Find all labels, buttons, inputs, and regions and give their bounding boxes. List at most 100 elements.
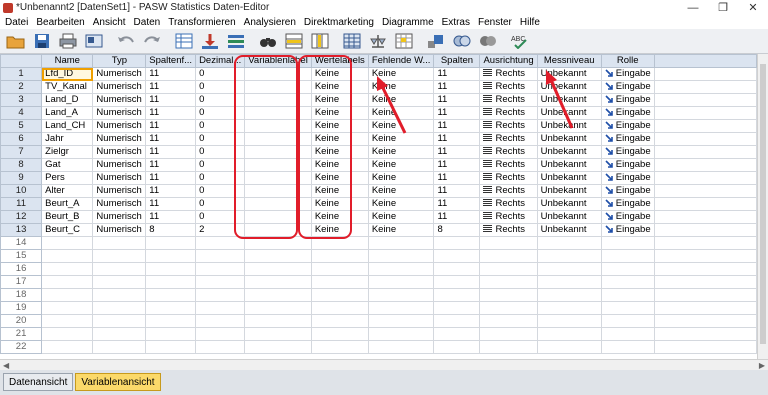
cell-spalten[interactable]: 11 <box>433 93 481 107</box>
empty-cell[interactable] <box>244 301 312 315</box>
row-number[interactable]: 22 <box>0 340 43 354</box>
cell-spaltenformat[interactable]: 11 <box>145 171 197 185</box>
empty-cell[interactable] <box>195 262 246 276</box>
header-ausrichtung[interactable]: Ausrichtung <box>479 54 538 68</box>
empty-cell[interactable] <box>311 314 369 328</box>
empty-cell[interactable] <box>368 262 435 276</box>
empty-cell[interactable] <box>41 301 94 315</box>
row-number[interactable]: 8 <box>0 158 43 172</box>
cell-rolle[interactable]: Eingabe <box>601 158 655 172</box>
cell-rolle[interactable]: Eingabe <box>601 171 655 185</box>
use-sets-icon[interactable] <box>451 31 473 51</box>
empty-cell[interactable] <box>244 236 312 250</box>
empty-cell[interactable] <box>368 327 435 341</box>
cell-fehlende-werte[interactable]: Keine <box>368 210 435 224</box>
empty-cell[interactable] <box>195 327 246 341</box>
header-spaltenformat[interactable]: Spaltenf... <box>145 54 197 68</box>
cell-fehlende-werte[interactable]: Keine <box>368 132 435 146</box>
cell-typ[interactable]: Numerisch <box>92 106 147 120</box>
horizontal-scrollbar[interactable]: ◀ ▶ <box>0 359 768 370</box>
weight-cases-icon[interactable] <box>367 31 389 51</box>
empty-cell[interactable] <box>311 236 369 250</box>
empty-cell[interactable] <box>41 262 94 276</box>
cell-spalten[interactable]: 11 <box>433 106 481 120</box>
show-all-icon[interactable] <box>477 31 499 51</box>
cell-ausrichtung[interactable]: Rechts <box>479 132 538 146</box>
cell-typ[interactable]: Numerisch <box>92 158 147 172</box>
empty-cell[interactable] <box>479 236 538 250</box>
empty-cell[interactable] <box>41 314 94 328</box>
empty-cell[interactable] <box>433 314 481 328</box>
cell-spaltenformat[interactable]: 11 <box>145 93 197 107</box>
empty-cell[interactable] <box>41 249 94 263</box>
cell-variablenlabel[interactable] <box>244 106 312 120</box>
empty-cell[interactable] <box>368 340 435 354</box>
empty-cell[interactable] <box>433 275 481 289</box>
empty-cell[interactable] <box>41 236 94 250</box>
empty-cell[interactable] <box>145 236 197 250</box>
cell-variablenlabel[interactable] <box>244 184 312 198</box>
empty-cell[interactable] <box>368 288 435 302</box>
empty-cell[interactable] <box>537 314 602 328</box>
empty-cell[interactable] <box>41 275 94 289</box>
empty-cell[interactable] <box>92 236 147 250</box>
cell-fehlende-werte[interactable]: Keine <box>368 197 435 211</box>
empty-cell[interactable] <box>195 236 246 250</box>
cell-ausrichtung[interactable]: Rechts <box>479 197 538 211</box>
empty-cell[interactable] <box>92 327 147 341</box>
empty-cell[interactable] <box>41 327 94 341</box>
cell-fehlende-werte[interactable]: Keine <box>368 119 435 133</box>
header-wertelabels[interactable]: Wertelabels <box>310 54 369 68</box>
cell-messniveau[interactable]: Unbekannt <box>537 106 602 120</box>
empty-cell[interactable] <box>368 249 435 263</box>
minimize-button[interactable]: — <box>678 0 708 15</box>
empty-cell[interactable] <box>479 288 538 302</box>
empty-cell[interactable] <box>145 301 197 315</box>
menu-bearbeiten[interactable]: Bearbeiten <box>33 17 89 28</box>
row-number[interactable]: 11 <box>0 197 43 211</box>
empty-cell[interactable] <box>479 340 538 354</box>
row-number[interactable]: 9 <box>0 171 43 185</box>
cell-messniveau[interactable]: Unbekannt <box>537 184 602 198</box>
cell-fehlende-werte[interactable]: Keine <box>368 158 435 172</box>
spell-check-icon[interactable]: ABC <box>509 31 531 51</box>
value-labels-icon[interactable] <box>425 31 447 51</box>
cell-spalten[interactable]: 11 <box>433 132 481 146</box>
cell-ausrichtung[interactable]: Rechts <box>479 119 538 133</box>
cell-name[interactable]: Beurt_C <box>41 223 94 237</box>
empty-cell[interactable] <box>537 340 602 354</box>
empty-cell[interactable] <box>479 327 538 341</box>
cell-rolle[interactable]: Eingabe <box>601 132 655 146</box>
cell-name[interactable]: Lfd_ID <box>41 67 94 81</box>
header-name[interactable]: Name <box>41 54 94 68</box>
empty-cell[interactable] <box>368 314 435 328</box>
empty-cell[interactable] <box>537 236 602 250</box>
cell-wertelabels[interactable]: Keine <box>311 184 369 198</box>
select-cases-icon[interactable] <box>393 31 415 51</box>
empty-cell[interactable] <box>433 340 481 354</box>
goto-case-icon[interactable] <box>173 31 195 51</box>
cell-wertelabels[interactable]: Keine <box>311 67 369 81</box>
corner-cell[interactable] <box>0 54 43 68</box>
cell-messniveau[interactable]: Unbekannt <box>537 67 602 81</box>
cell-dezimalstellen[interactable]: 0 <box>195 80 246 94</box>
cell-fehlende-werte[interactable]: Keine <box>368 106 435 120</box>
cell-typ[interactable]: Numerisch <box>92 67 147 81</box>
menu-ansicht[interactable]: Ansicht <box>90 17 131 28</box>
cell-fehlende-werte[interactable]: Keine <box>368 80 435 94</box>
close-button[interactable]: ✕ <box>738 0 768 15</box>
row-number[interactable]: 7 <box>0 145 43 159</box>
cell-rolle[interactable]: Eingabe <box>601 145 655 159</box>
empty-cell[interactable] <box>145 249 197 263</box>
empty-cell[interactable] <box>433 288 481 302</box>
empty-cell[interactable] <box>311 340 369 354</box>
cell-variablenlabel[interactable] <box>244 67 312 81</box>
goto-variable-icon[interactable] <box>199 31 221 51</box>
cell-spalten[interactable]: 11 <box>433 210 481 224</box>
cell-dezimalstellen[interactable]: 0 <box>195 197 246 211</box>
menu-diagramme[interactable]: Diagramme <box>379 17 439 28</box>
menu-direktmarketing[interactable]: Direktmarketing <box>301 17 379 28</box>
cell-name[interactable]: Pers <box>41 171 94 185</box>
cell-messniveau[interactable]: Unbekannt <box>537 223 602 237</box>
tab-datenansicht[interactable]: Datenansicht <box>3 373 74 391</box>
